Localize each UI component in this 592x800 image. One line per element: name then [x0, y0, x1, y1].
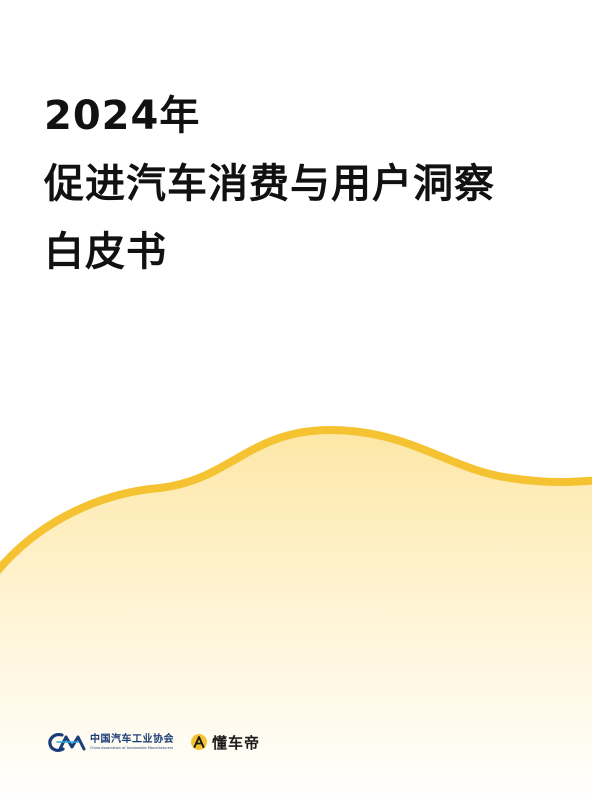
- caam-name-cn: 中国汽车工业协会: [90, 733, 174, 745]
- dongchedi-name: 懂车帝: [212, 733, 261, 752]
- decorative-wave: [0, 425, 592, 800]
- logo-row: 中国汽车工业协会 China Association of Automobile…: [48, 722, 260, 762]
- caam-logo-icon: [48, 733, 86, 752]
- caam-logo: 中国汽车工业协会 China Association of Automobile…: [48, 731, 174, 753]
- report-cover: 2024年 促进汽车消费与用户洞察 白皮书 中国汽车工业协会 China Ass…: [0, 0, 592, 800]
- dongchedi-logo: 懂车帝: [190, 732, 260, 753]
- caam-name-en: China Association of Automobile Manufact…: [90, 745, 174, 750]
- dongchedi-logo-icon: [191, 734, 207, 750]
